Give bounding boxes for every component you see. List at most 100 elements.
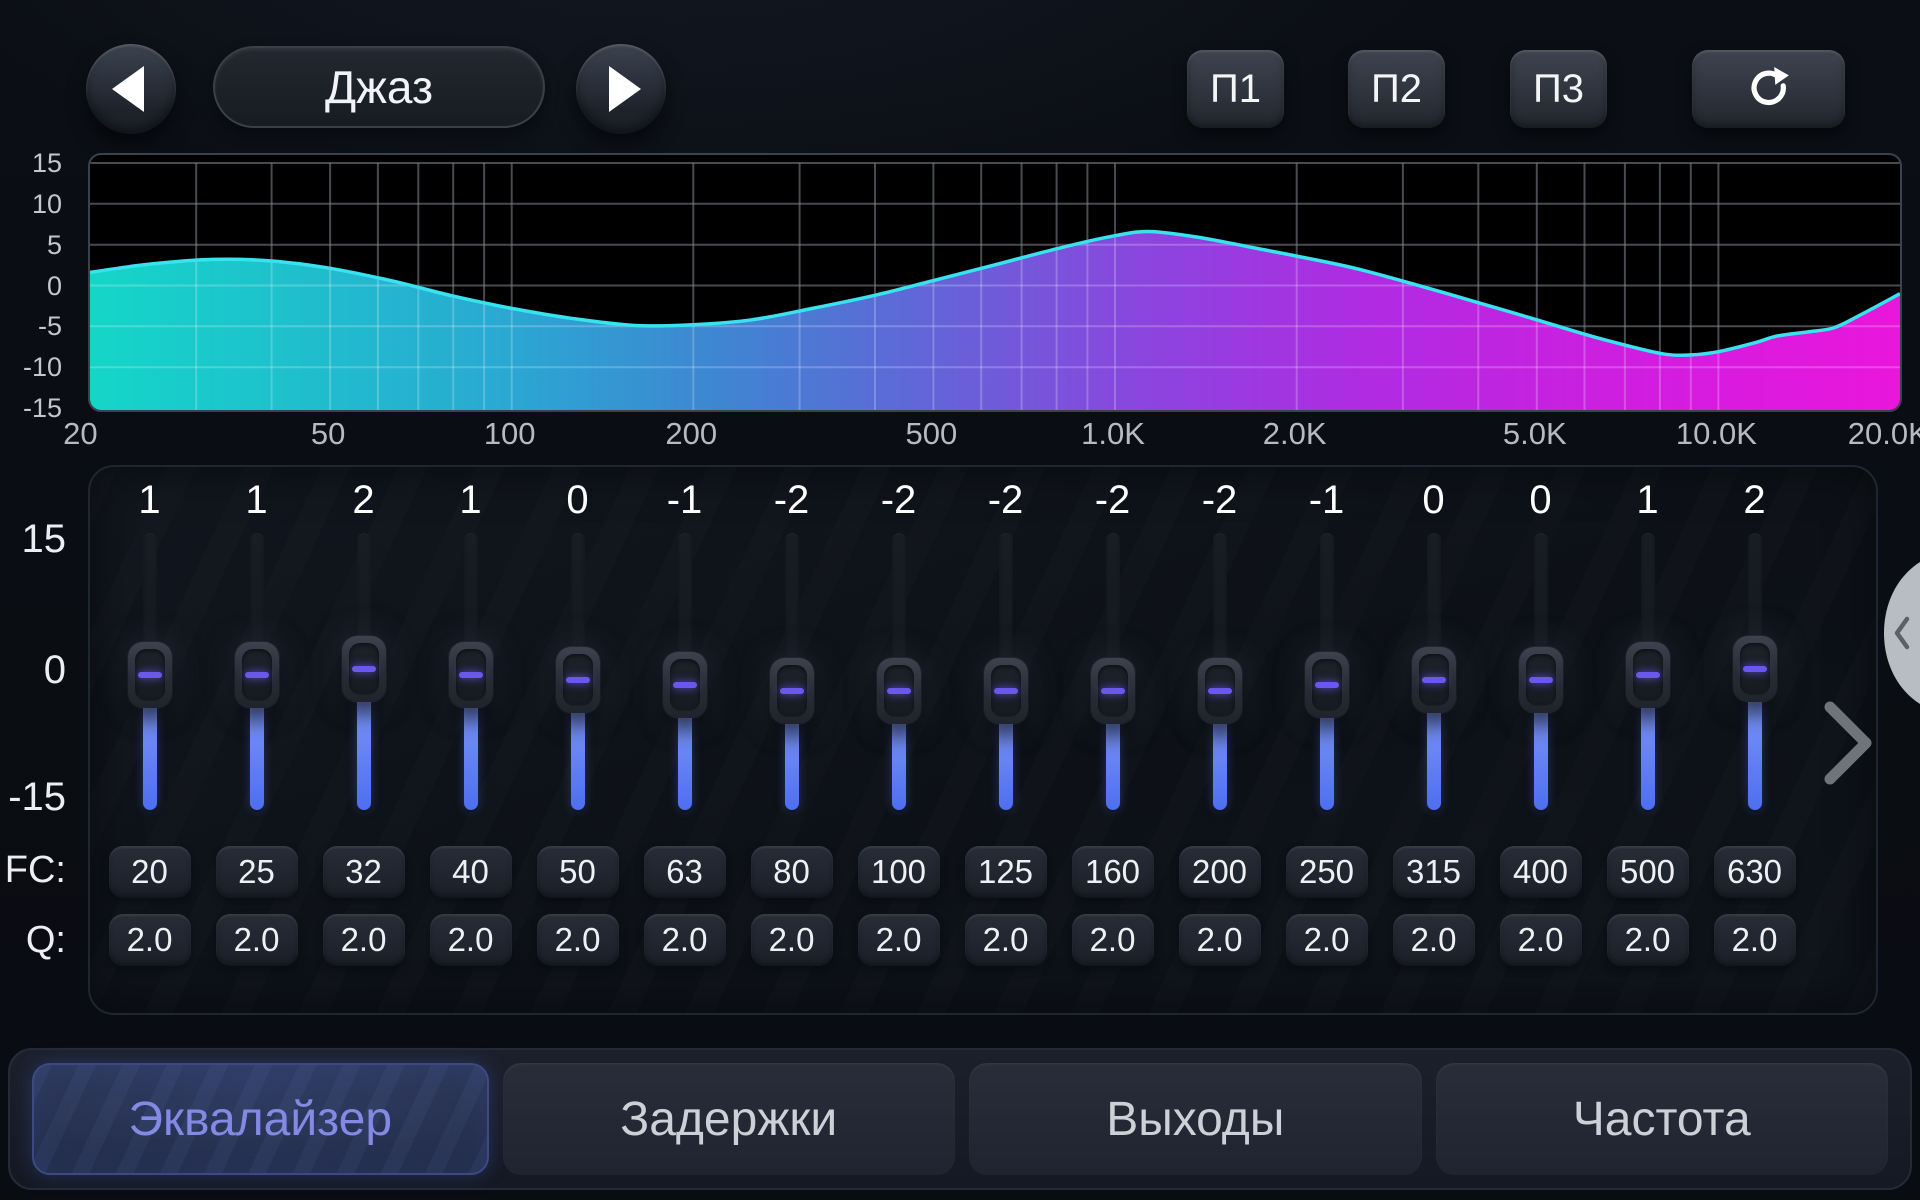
eq-band: -21602.0 xyxy=(1059,465,1166,1015)
band-q-value[interactable]: 2.0 xyxy=(1072,914,1154,966)
band-q-value[interactable]: 2.0 xyxy=(1607,914,1689,966)
band-slider-thumb[interactable] xyxy=(1733,636,1777,702)
band-slider-thumb[interactable] xyxy=(984,658,1028,724)
band-slider-thumb[interactable] xyxy=(235,642,279,708)
band-q-value[interactable]: 2.0 xyxy=(1393,914,1475,966)
thumb-dash-icon xyxy=(1636,672,1660,678)
band-fc-value[interactable]: 125 xyxy=(965,846,1047,898)
eq-band: 0 50 2.0 xyxy=(524,465,631,1015)
eq-band: 1 20 2.0 xyxy=(96,465,203,1015)
band-q-value[interactable]: 2.0 xyxy=(751,914,833,966)
preset-prev-button[interactable] xyxy=(86,44,176,134)
band-slider-thumb[interactable] xyxy=(1198,658,1242,724)
band-q-value[interactable]: 2.0 xyxy=(1714,914,1796,966)
band-slider-thumb[interactable] xyxy=(1305,652,1349,718)
response-curve xyxy=(90,155,1900,410)
band-gain-value: -1 xyxy=(631,478,738,523)
band-q-value[interactable]: 2.0 xyxy=(858,914,940,966)
eq-band: -1 250 2.0 xyxy=(1273,465,1380,1015)
band-fc-value[interactable]: 20 xyxy=(109,846,191,898)
band-slider-thumb[interactable] xyxy=(1412,647,1456,713)
thumb-dash-icon xyxy=(994,688,1018,694)
band-slider-thumb[interactable] xyxy=(1091,658,1135,724)
preset-name-selector[interactable]: Джаз xyxy=(213,46,545,128)
band-slider-fill xyxy=(1427,706,1441,810)
band-fc-value[interactable]: 630 xyxy=(1714,846,1796,898)
band-q-value[interactable]: 2.0 xyxy=(430,914,512,966)
fc-row-label: FC: xyxy=(0,847,66,893)
band-gain-value: 1 xyxy=(96,478,203,523)
band-slider-thumb[interactable] xyxy=(1626,642,1670,708)
thumb-dash-icon xyxy=(1743,666,1767,672)
band-q-value[interactable]: 2.0 xyxy=(323,914,405,966)
band-q-value[interactable]: 2.0 xyxy=(109,914,191,966)
band-slider-thumb[interactable] xyxy=(449,642,493,708)
band-fc-value[interactable]: 25 xyxy=(216,846,298,898)
thumb-dash-icon xyxy=(1208,688,1232,694)
band-gain-value: 2 xyxy=(1701,478,1808,523)
frequency-axis-tick-label: 2.0K xyxy=(1263,416,1327,452)
memory-preset-3-label: П3 xyxy=(1533,67,1584,112)
preset-next-button[interactable] xyxy=(576,44,666,134)
band-slider-thumb[interactable] xyxy=(128,642,172,708)
band-fc-value[interactable]: 32 xyxy=(323,846,405,898)
band-fc-value[interactable]: 50 xyxy=(537,846,619,898)
band-slider-thumb[interactable] xyxy=(877,658,921,724)
band-q-value[interactable]: 2.0 xyxy=(216,914,298,966)
band-q-value[interactable]: 2.0 xyxy=(1500,914,1582,966)
eq-band: -1 63 2.0 xyxy=(631,465,738,1015)
band-slider-fill xyxy=(143,701,157,810)
band-fc-value[interactable]: 63 xyxy=(644,846,726,898)
band-gain-value: -1 xyxy=(1273,478,1380,523)
band-q-value[interactable]: 2.0 xyxy=(965,914,1047,966)
bands-page-next-button[interactable] xyxy=(1822,700,1874,786)
band-slider-thumb[interactable] xyxy=(770,658,814,724)
tab-frequency[interactable]: Частота xyxy=(1436,1063,1889,1175)
db-axis-tick-label: 10 xyxy=(10,190,62,218)
tab-delays[interactable]: Задержки xyxy=(503,1063,956,1175)
band-fc-value[interactable]: 80 xyxy=(751,846,833,898)
band-fc-value[interactable]: 40 xyxy=(430,846,512,898)
band-gain-value: 2 xyxy=(310,478,417,523)
tab-equalizer[interactable]: Эквалайзер xyxy=(32,1063,489,1175)
band-gain-value: -2 xyxy=(952,478,1059,523)
reset-button[interactable] xyxy=(1692,50,1845,128)
band-fc-value[interactable]: 200 xyxy=(1179,846,1261,898)
band-q-value[interactable]: 2.0 xyxy=(1286,914,1368,966)
db-axis-tick-label: -10 xyxy=(10,353,62,381)
db-axis-tick-label: -5 xyxy=(10,312,62,340)
tab-outputs[interactable]: Выходы xyxy=(969,1063,1422,1175)
eq-band: -21002.0 xyxy=(845,465,952,1015)
band-slider-fill xyxy=(1213,717,1227,810)
band-slider-thumb[interactable] xyxy=(663,652,707,718)
band-fc-value[interactable]: 400 xyxy=(1500,846,1582,898)
frequency-response-plot xyxy=(88,153,1902,412)
band-gain-value: 1 xyxy=(1594,478,1701,523)
band-gain-value: 1 xyxy=(417,478,524,523)
band-slider-thumb[interactable] xyxy=(342,636,386,702)
band-slider-thumb[interactable] xyxy=(1519,647,1563,713)
band-fc-value[interactable]: 160 xyxy=(1072,846,1154,898)
band-fc-value[interactable]: 500 xyxy=(1607,846,1689,898)
eq-band: 0 315 2.0 xyxy=(1380,465,1487,1015)
side-drawer-handle[interactable] xyxy=(1880,562,1920,704)
band-q-value[interactable]: 2.0 xyxy=(537,914,619,966)
band-q-value[interactable]: 2.0 xyxy=(1179,914,1261,966)
eq-band: 2 630 2.0 xyxy=(1701,465,1808,1015)
eq-band: 1 40 2.0 xyxy=(417,465,524,1015)
band-fc-value[interactable]: 250 xyxy=(1286,846,1368,898)
memory-preset-1-button[interactable]: П1 xyxy=(1187,50,1284,128)
band-gain-value: 0 xyxy=(524,478,631,523)
thumb-dash-icon xyxy=(673,682,697,688)
thumb-dash-icon xyxy=(1422,677,1446,683)
right-arrow-icon xyxy=(609,66,641,112)
memory-preset-2-button[interactable]: П2 xyxy=(1348,50,1445,128)
band-slider-fill xyxy=(892,717,906,810)
memory-preset-3-button[interactable]: П3 xyxy=(1510,50,1607,128)
band-fc-value[interactable]: 100 xyxy=(858,846,940,898)
band-q-value[interactable]: 2.0 xyxy=(644,914,726,966)
band-fc-value[interactable]: 315 xyxy=(1393,846,1475,898)
band-gain-value: 0 xyxy=(1380,478,1487,523)
band-slider-thumb[interactable] xyxy=(556,647,600,713)
band-slider-fill xyxy=(1641,701,1655,810)
